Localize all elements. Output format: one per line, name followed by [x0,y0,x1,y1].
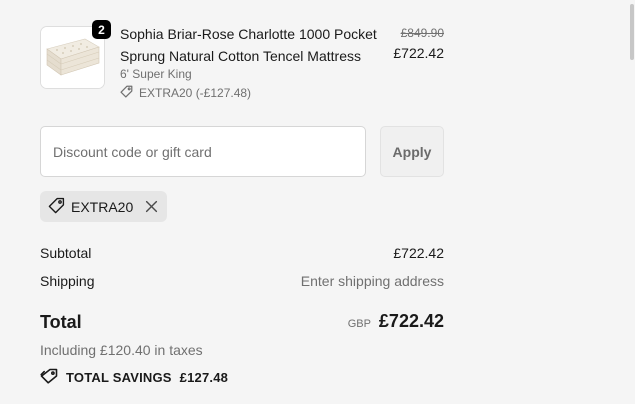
total-value: GBP £722.42 [348,311,444,332]
tag-icon [48,197,65,217]
subtotal-value: £722.42 [393,245,444,261]
total-savings-value: £127.48 [179,370,229,385]
taxes-note: Including £120.40 in taxes [40,342,203,358]
total-amount: £722.42 [378,311,444,331]
scrollbar[interactable] [629,0,635,404]
product-title: Sophia Briar-Rose Charlotte 1000 Pocket … [120,26,377,64]
item-discount-label: EXTRA20 (-£127.48) [139,86,252,100]
subtotal-label: Subtotal [40,245,92,261]
total-savings: TOTAL SAVINGS £127.48 [40,368,228,387]
product-thumbnail: 2 [40,20,111,89]
tag-icon [40,368,58,387]
close-icon[interactable] [145,200,158,213]
apply-discount-button[interactable]: Apply [380,126,444,177]
discount-code-input[interactable] [40,126,366,177]
tag-icon [120,85,133,101]
total-savings-label: TOTAL SAVINGS [66,370,172,385]
total-label: Total [40,312,82,332]
shipping-value: Enter shipping address [300,273,444,289]
item-discount: EXTRA20 (-£127.48) [120,85,251,101]
discount-code-label: EXTRA20 [71,198,134,215]
applied-discount-chip: EXTRA20 [40,191,168,222]
scrollbar-thumb[interactable] [630,4,634,60]
product-variant: 6' Super King [120,67,192,81]
currency-code: GBP [347,318,371,330]
compare-at-price: £849.90 [400,26,444,40]
quantity-badge: 2 [92,20,111,39]
item-price: £722.42 [393,45,444,61]
shipping-label: Shipping [40,273,95,289]
